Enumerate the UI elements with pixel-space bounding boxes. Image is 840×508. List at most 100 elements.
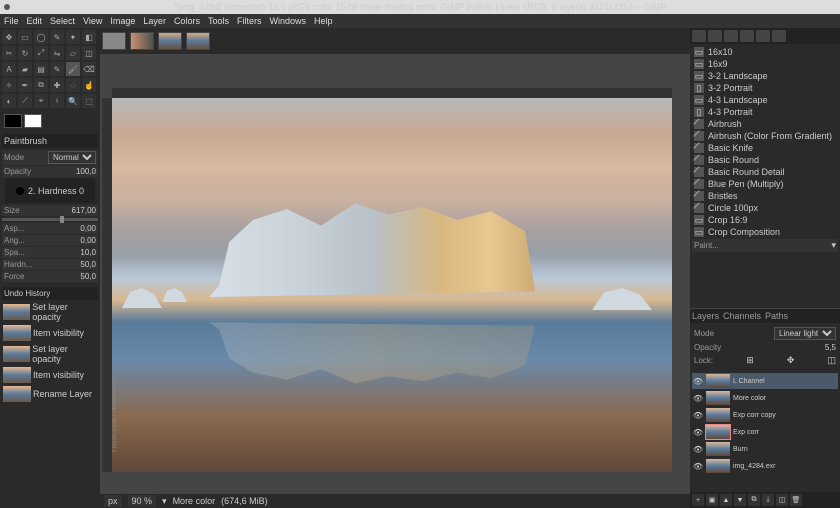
image-tab-active[interactable] bbox=[158, 32, 182, 50]
eraser-tool-icon[interactable]: ⌫ bbox=[82, 62, 96, 76]
list-item[interactable]: ▯4-3 Portrait bbox=[692, 106, 838, 118]
layer-mode-select[interactable]: Linear light bbox=[774, 327, 836, 340]
traffic-light-icon[interactable] bbox=[4, 4, 10, 10]
aspect-value[interactable]: 0,00 bbox=[80, 224, 96, 233]
transform-tool-icon[interactable]: ◫ bbox=[82, 46, 96, 60]
flip-tool-icon[interactable]: ⇋ bbox=[50, 46, 64, 60]
brush-preview[interactable]: 2. Hardness 0 bbox=[5, 179, 95, 203]
fuzzy-select-tool-icon[interactable]: ✦ bbox=[66, 30, 80, 44]
ink-tool-icon[interactable]: ✒ bbox=[18, 78, 32, 92]
undo-item[interactable]: Set layer opacity bbox=[2, 343, 98, 365]
undo-item[interactable]: Item visibility bbox=[2, 366, 98, 384]
layers-tab[interactable]: Layers bbox=[692, 311, 719, 321]
layer-row[interactable]: 👁L Channel bbox=[692, 373, 838, 389]
scale-tool-icon[interactable]: ⤢ bbox=[34, 46, 48, 60]
list-item[interactable]: ▭16x9 bbox=[692, 58, 838, 70]
eye-icon[interactable]: 👁 bbox=[693, 427, 703, 437]
background-color[interactable] bbox=[24, 114, 42, 128]
opacity-value[interactable]: 100,0 bbox=[76, 167, 96, 176]
zoom-select[interactable]: 90 % bbox=[128, 495, 157, 507]
measure-tool-icon[interactable]: ⟊ bbox=[50, 94, 64, 108]
zoom-tool-icon[interactable]: 🔍 bbox=[66, 94, 80, 108]
paintbrush-tool-icon[interactable]: 🖌 bbox=[66, 62, 80, 76]
lock-position-icon[interactable]: ✥ bbox=[787, 355, 795, 366]
image-tab[interactable] bbox=[130, 32, 154, 50]
heal-tool-icon[interactable]: ✚ bbox=[50, 78, 64, 92]
airbrush-tool-icon[interactable]: ✧ bbox=[2, 78, 16, 92]
eye-icon[interactable]: 👁 bbox=[693, 444, 703, 454]
menu-edit[interactable]: Edit bbox=[27, 16, 43, 26]
list-item[interactable]: Circle 100px bbox=[692, 202, 838, 214]
menu-layer[interactable]: Layer bbox=[143, 16, 166, 26]
force-value[interactable]: 50,0 bbox=[80, 272, 96, 281]
layer-name[interactable]: Exp corr bbox=[733, 429, 759, 436]
move-tool-icon[interactable]: ✥ bbox=[2, 30, 16, 44]
crop-tool-icon[interactable]: ✂ bbox=[2, 46, 16, 60]
ellipse-select-tool-icon[interactable]: ◯ bbox=[34, 30, 48, 44]
pencil-tool-icon[interactable]: ✎ bbox=[50, 62, 64, 76]
image-tab[interactable] bbox=[186, 32, 210, 50]
undo-item[interactable]: Rename Layer bbox=[2, 385, 98, 403]
chevron-down-icon[interactable]: ▾ bbox=[831, 240, 836, 251]
duplicate-layer-icon[interactable]: ⧉ bbox=[748, 494, 760, 506]
merge-down-icon[interactable]: ⤓ bbox=[762, 494, 774, 506]
image-canvas[interactable]: Frozen Zone / Shutterstock bbox=[112, 98, 672, 472]
menu-tools[interactable]: Tools bbox=[208, 16, 229, 26]
cage-tool-icon[interactable]: ⬚ bbox=[82, 94, 96, 108]
history-tab-icon[interactable] bbox=[756, 30, 770, 42]
angle-value[interactable]: 0,00 bbox=[80, 236, 96, 245]
rotate-tool-icon[interactable]: ↻ bbox=[18, 46, 32, 60]
eye-icon[interactable]: 👁 bbox=[693, 393, 703, 403]
layer-name[interactable]: L Channel bbox=[733, 378, 765, 385]
color-select-tool-icon[interactable]: ◧ bbox=[82, 30, 96, 44]
undo-item[interactable]: Item visibility bbox=[2, 324, 98, 342]
image-tab[interactable] bbox=[102, 32, 126, 50]
layer-row[interactable]: 👁More color bbox=[692, 390, 838, 406]
undo-item[interactable]: Set layer opacity bbox=[2, 301, 98, 323]
list-item[interactable]: Airbrush (Color From Gradient) bbox=[692, 130, 838, 142]
menu-image[interactable]: Image bbox=[110, 16, 135, 26]
menu-colors[interactable]: Colors bbox=[174, 16, 200, 26]
dodge-tool-icon[interactable]: ◐ bbox=[2, 94, 16, 108]
mode-select[interactable]: Normal bbox=[48, 151, 96, 164]
smudge-tool-icon[interactable]: ☝ bbox=[82, 78, 96, 92]
menu-file[interactable]: File bbox=[4, 16, 19, 26]
delete-layer-icon[interactable]: 🗑 bbox=[790, 494, 802, 506]
layer-opacity-value[interactable]: 5,5 bbox=[825, 343, 836, 352]
gradients-tab-icon[interactable] bbox=[724, 30, 738, 42]
chevron-down-icon[interactable]: ▾ bbox=[162, 496, 167, 507]
list-item[interactable]: Basic Round bbox=[692, 154, 838, 166]
hardness-value[interactable]: 50,0 bbox=[80, 260, 96, 269]
bucket-tool-icon[interactable]: ▰ bbox=[18, 62, 32, 76]
size-value[interactable]: 617,00 bbox=[72, 206, 96, 215]
spacing-value[interactable]: 10,0 bbox=[80, 248, 96, 257]
layer-name[interactable]: Exp corr copy bbox=[733, 412, 776, 419]
eye-icon[interactable]: 👁 bbox=[693, 410, 703, 420]
foreground-color[interactable] bbox=[4, 114, 22, 128]
list-item[interactable]: Basic Knife bbox=[692, 142, 838, 154]
size-slider[interactable] bbox=[2, 218, 98, 221]
channels-tab[interactable]: Channels bbox=[723, 311, 761, 321]
brushes-tab-icon[interactable] bbox=[692, 30, 706, 42]
lock-alpha-icon[interactable]: ◫ bbox=[827, 355, 836, 366]
eye-icon[interactable]: 👁 bbox=[693, 461, 703, 471]
color-picker-tool-icon[interactable]: ⌖ bbox=[34, 94, 48, 108]
path-tool-icon[interactable]: ⟋ bbox=[18, 94, 32, 108]
menu-windows[interactable]: Windows bbox=[269, 16, 306, 26]
layer-name[interactable]: img_4284.exr bbox=[733, 463, 775, 470]
mask-icon[interactable]: ◫ bbox=[776, 494, 788, 506]
horizontal-ruler[interactable] bbox=[112, 88, 672, 98]
menu-view[interactable]: View bbox=[83, 16, 102, 26]
menu-select[interactable]: Select bbox=[50, 16, 75, 26]
layer-row[interactable]: 👁 Exp corr copy bbox=[692, 407, 838, 423]
list-item[interactable]: ▯3-2 Portrait bbox=[692, 82, 838, 94]
unit-select[interactable]: px bbox=[104, 495, 122, 507]
layer-row[interactable]: 👁 Exp corr bbox=[692, 424, 838, 440]
fonts-tab-icon[interactable] bbox=[740, 30, 754, 42]
perspective-tool-icon[interactable]: ▱ bbox=[66, 46, 80, 60]
list-item[interactable]: ▭Crop 16:9 bbox=[692, 214, 838, 226]
menu-help[interactable]: Help bbox=[314, 16, 333, 26]
lower-layer-icon[interactable]: ▼ bbox=[734, 494, 746, 506]
patterns-tab-icon[interactable] bbox=[708, 30, 722, 42]
menu-filters[interactable]: Filters bbox=[237, 16, 262, 26]
